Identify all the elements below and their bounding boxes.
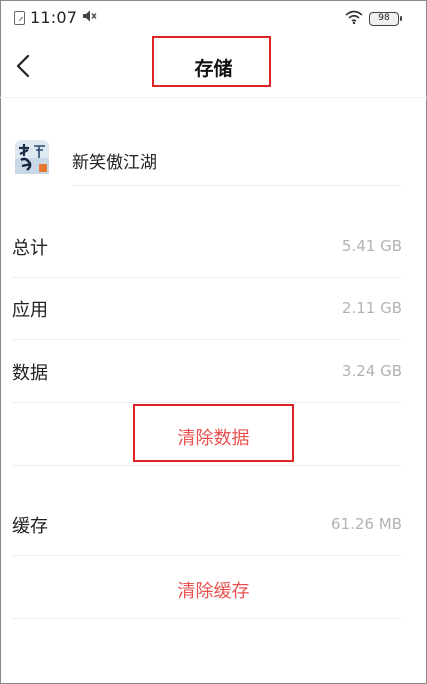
clear-data-annotation-box (133, 404, 294, 462)
cache-label: 缓存 (12, 516, 48, 537)
divider (12, 402, 401, 403)
title-annotation-box (152, 36, 271, 87)
title-bar: 存储 (0, 36, 427, 98)
divider (12, 465, 401, 466)
divider (12, 555, 401, 556)
row-cache: 缓存 61.26 MB (0, 494, 427, 556)
divider (12, 339, 401, 340)
app-info-row: 新笑傲江湖 (0, 130, 427, 186)
wifi-icon (345, 9, 363, 28)
game-app-icon (15, 140, 49, 174)
battery-icon: 98 (369, 11, 402, 26)
total-label: 总计 (12, 238, 48, 259)
divider (72, 185, 401, 186)
row-total: 总计 5.41 GB (0, 216, 427, 278)
status-right: 98 (345, 9, 402, 28)
app-name: 新笑傲江湖 (72, 153, 157, 173)
data-size-label: 数据 (12, 363, 48, 384)
clear-cache-label: 清除缓存 (177, 581, 250, 602)
clear-cache-button[interactable]: 清除缓存 (0, 557, 427, 619)
divider (12, 618, 401, 619)
cache-value: 61.26 MB (331, 515, 402, 533)
mute-icon (82, 8, 98, 27)
status-left: 11:07 (14, 8, 98, 27)
sim-card-icon (14, 10, 25, 25)
status-time: 11:07 (30, 8, 78, 27)
data-size-value: 3.24 GB (341, 362, 402, 380)
app-size-value: 2.11 GB (341, 299, 402, 317)
row-app: 应用 2.11 GB (0, 278, 427, 340)
status-bar: 11:07 98 (0, 0, 427, 36)
app-size-label: 应用 (12, 300, 48, 321)
row-data: 数据 3.24 GB (0, 341, 427, 403)
total-value: 5.41 GB (341, 237, 402, 255)
